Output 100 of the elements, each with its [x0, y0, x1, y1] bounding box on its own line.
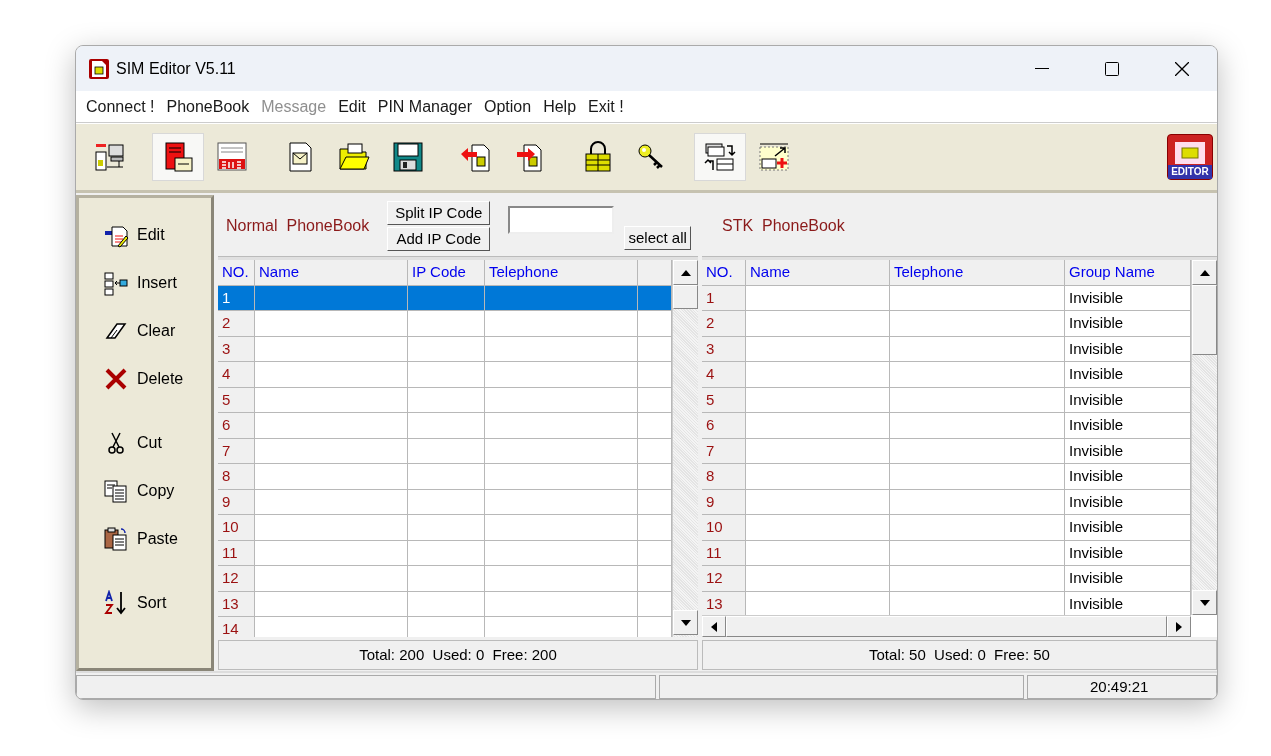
scroll-right-button[interactable]: [1167, 616, 1191, 637]
copy-documents-icon: [103, 478, 129, 504]
down-triangle-icon: [680, 619, 691, 626]
sidebar-button[interactable]: Paste: [103, 526, 211, 552]
scroll-down-button[interactable]: [1192, 590, 1217, 615]
status-time: 20:49:21: [1027, 675, 1217, 699]
row-number-cell: 11: [218, 540, 255, 566]
table-row[interactable]: 9: [218, 489, 672, 515]
add-record-icon: [757, 140, 791, 174]
panel-title: Normal PhoneBook: [226, 215, 370, 236]
column-header[interactable]: IP Code: [408, 260, 485, 286]
row-number-cell: 4: [702, 362, 746, 388]
scroll-thumb[interactable]: [1192, 285, 1217, 355]
table-row[interactable]: 4: [218, 362, 672, 388]
close-icon: [1175, 61, 1189, 76]
row-number-cell: 13: [702, 591, 746, 615]
menu-item[interactable]: Connect !: [80, 94, 161, 119]
table-row[interactable]: 11: [218, 540, 672, 566]
row-number-cell: 6: [218, 413, 255, 439]
text-input-field[interactable]: [508, 205, 615, 234]
column-header[interactable]: Telephone: [890, 260, 1065, 286]
column-header[interactable]: NO.: [702, 260, 746, 286]
insert-rows-icon: [103, 270, 129, 296]
sim-card-icon: [88, 57, 110, 80]
sms-document-icon: [215, 140, 249, 174]
minimize-icon: [1035, 67, 1049, 70]
left-triangle-icon: [711, 621, 717, 632]
row-number-cell: 3: [702, 336, 746, 362]
sidebar-button[interactable]: Copy: [103, 478, 211, 504]
row-number-cell: 8: [702, 464, 746, 490]
swap-records-icon: [703, 140, 737, 174]
menu-item[interactable]: PIN Manager: [371, 94, 478, 119]
table-row[interactable]: 12: [218, 566, 672, 592]
row-number-cell: 12: [218, 566, 255, 592]
sidebar-button[interactable]: Clear: [103, 318, 211, 344]
row-number-cell: 4: [218, 362, 255, 388]
sidebar-button[interactable]: Edit: [103, 222, 211, 248]
row-number-cell: 2: [702, 311, 746, 337]
column-header[interactable]: Name: [255, 260, 408, 286]
table-row[interactable]: 14: [218, 617, 672, 637]
row-number-cell: 14: [218, 617, 255, 637]
delete-x-icon: [103, 366, 129, 392]
menu-item[interactable]: Edit: [332, 94, 372, 119]
select-all-button[interactable]: select all: [624, 225, 691, 250]
row-number-cell: 12: [702, 566, 746, 592]
toolbar-button[interactable]: [694, 133, 746, 181]
down-triangle-icon: [1199, 599, 1210, 606]
logo-text: EDITOR: [1168, 165, 1212, 179]
scroll-up-button[interactable]: [673, 260, 698, 285]
menu-item[interactable]: Exit !: [582, 94, 630, 119]
up-triangle-icon: [680, 269, 691, 276]
table-row[interactable]: 10: [218, 515, 672, 541]
table-row[interactable]: 13: [218, 591, 672, 617]
menu-item[interactable]: PhoneBook: [160, 94, 256, 119]
table-row[interactable]: 6: [218, 413, 672, 439]
table-row[interactable]: 5: [218, 387, 672, 413]
table-row[interactable]: 2: [218, 311, 672, 337]
sidebar-button[interactable]: Insert: [103, 270, 211, 296]
row-number-cell: 11: [702, 540, 746, 566]
menu-item[interactable]: Option: [478, 94, 538, 119]
menu-item[interactable]: Help: [537, 94, 583, 119]
sidebar-button[interactable]: Cut: [103, 430, 211, 456]
scroll-up-button[interactable]: [1192, 260, 1217, 285]
scroll-thumb[interactable]: [673, 285, 698, 309]
row-number-cell: 7: [702, 438, 746, 464]
table-row[interactable]: 3: [218, 336, 672, 362]
row-number-cell: 9: [218, 489, 255, 515]
panel-title: STK PhoneBook: [722, 215, 845, 236]
row-number-cell: 6: [702, 413, 746, 439]
table-row[interactable]: 1: [218, 285, 672, 311]
row-number-cell: 9: [702, 489, 746, 515]
row-number-cell: 10: [702, 515, 746, 541]
row-number-cell: 3: [218, 336, 255, 362]
sidebar-button[interactable]: Delete: [103, 366, 211, 392]
column-header[interactable]: NO.: [218, 260, 255, 286]
scroll-down-button[interactable]: [673, 610, 698, 635]
window-title: SIM Editor V5.11: [116, 58, 237, 79]
table-row[interactable]: 8: [218, 464, 672, 490]
row-number-cell: 2: [218, 311, 255, 337]
row-number-cell: 13: [218, 591, 255, 617]
ip-code-button[interactable]: Split IP Code: [387, 200, 491, 225]
row-number-cell: 10: [218, 515, 255, 541]
column-header[interactable]: Telephone: [485, 260, 638, 286]
sidebar-button[interactable]: Sort: [103, 590, 211, 616]
row-number-cell: 1: [702, 285, 746, 311]
clipboard-icon: [103, 526, 129, 552]
right-triangle-icon: [1176, 621, 1182, 632]
maximize-icon: [1105, 61, 1119, 76]
vertical-scrollbar[interactable]: [672, 260, 698, 637]
ip-code-button[interactable]: Add IP Code: [387, 226, 491, 251]
phonebook-summary: Total: 50 Used: 0 Free: 50: [702, 640, 1217, 670]
phonebook-summary: Total: 200 Used: 0 Free: 200: [218, 640, 698, 670]
table-row[interactable]: 7: [218, 438, 672, 464]
sim-card-icon: [1175, 142, 1205, 164]
column-header[interactable]: Name: [746, 260, 890, 286]
up-triangle-icon: [1199, 269, 1210, 276]
scroll-left-button[interactable]: [702, 616, 726, 637]
row-number-cell: 7: [218, 438, 255, 464]
vertical-scrollbar[interactable]: [1191, 260, 1217, 615]
toolbar-button[interactable]: [152, 133, 204, 181]
